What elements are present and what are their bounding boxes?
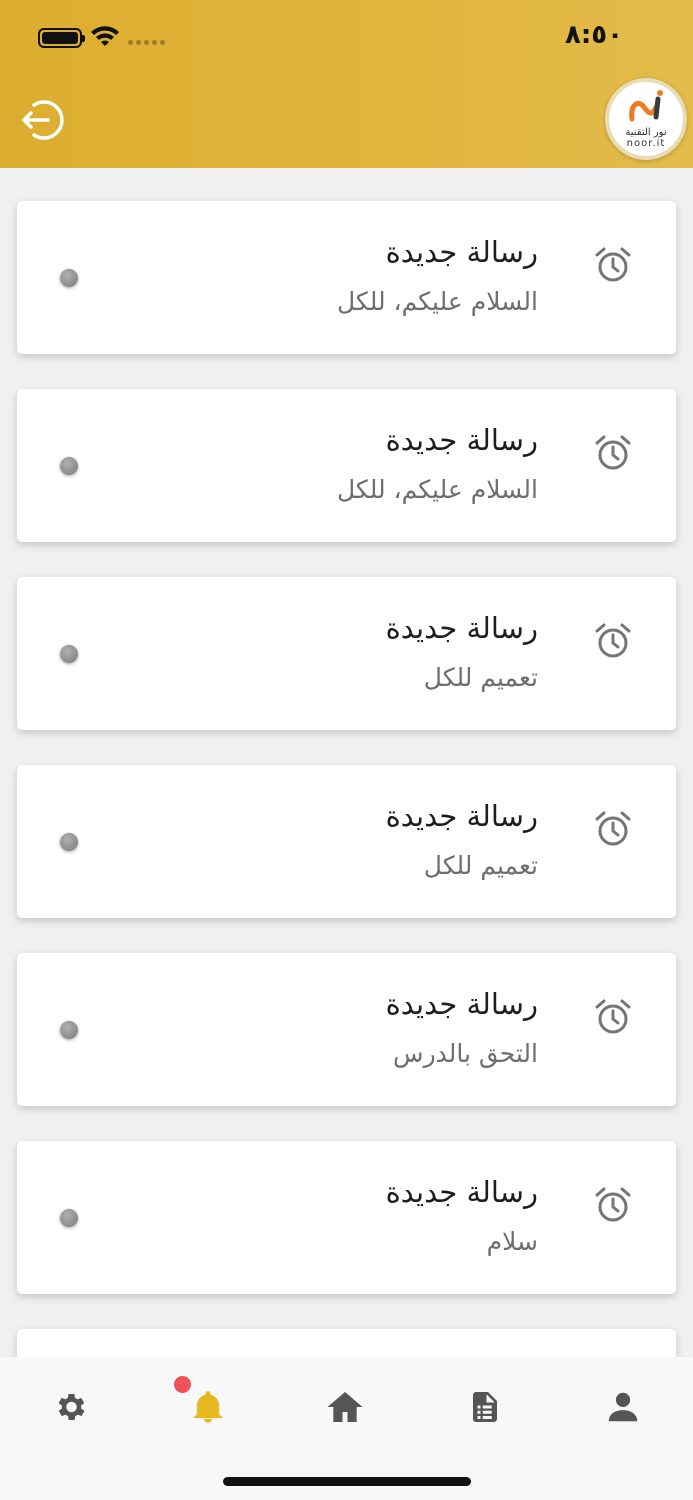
bell-icon	[193, 1391, 223, 1423]
status-time: ٨:٥٠	[564, 20, 623, 50]
unread-dot-icon	[60, 833, 78, 851]
unread-dot-icon	[60, 1021, 78, 1039]
alarm-clock-icon	[595, 1187, 631, 1222]
tab-home[interactable]	[325, 1387, 365, 1427]
app-header: ٨:٥٠ نور التقنية noor.it	[0, 0, 693, 168]
notification-title: رسالة جديدة	[385, 235, 538, 269]
notification-card[interactable]: رسالة جديدة التحق بالدرس	[17, 953, 676, 1106]
battery-icon	[38, 28, 85, 48]
notification-title: رسالة جديدة	[385, 987, 538, 1021]
notification-title: رسالة جديدة	[385, 611, 538, 645]
unread-dot-icon	[60, 645, 78, 663]
notification-list: رسالة جديدة السلام عليكم، للكل رسالة جدي…	[17, 201, 676, 1500]
alarm-clock-icon	[595, 623, 631, 658]
alarm-clock-icon	[595, 999, 631, 1034]
notification-title: رسالة جديدة	[385, 799, 538, 833]
alarm-clock-icon	[595, 435, 631, 470]
logout-icon[interactable]	[18, 97, 66, 143]
alarm-clock-icon	[595, 247, 631, 282]
tab-reports[interactable]	[465, 1387, 505, 1427]
notification-card[interactable]: رسالة جديدة تعميم للكل	[17, 577, 676, 730]
unread-dot-icon	[60, 457, 78, 475]
signal-icon	[128, 40, 165, 45]
bottom-tab-bar	[0, 1357, 693, 1500]
notification-title: رسالة جديدة	[385, 1175, 538, 1209]
tab-settings[interactable]	[50, 1387, 90, 1427]
tab-profile[interactable]	[603, 1387, 643, 1427]
person-icon	[608, 1392, 638, 1422]
notification-body: السلام عليكم، للكل	[336, 475, 538, 504]
notification-body: التحق بالدرس	[393, 1039, 538, 1068]
home-icon	[327, 1392, 363, 1422]
alarm-clock-icon	[595, 811, 631, 846]
unread-dot-icon	[60, 1209, 78, 1227]
home-indicator[interactable]	[223, 1477, 471, 1486]
logo-name-ar: نور التقنية	[625, 127, 667, 138]
wifi-icon	[91, 26, 119, 46]
notification-card[interactable]: رسالة جديدة سلام	[17, 1141, 676, 1294]
notification-body: السلام عليكم، للكل	[336, 287, 538, 316]
document-list-icon	[473, 1392, 497, 1422]
notification-body: سلام	[486, 1227, 538, 1256]
noor-logo: نور التقنية noor.it	[605, 78, 687, 160]
tab-notifications[interactable]	[188, 1387, 228, 1427]
noor-logo-mark-icon	[629, 90, 663, 122]
logo-name-en: noor.it	[626, 138, 666, 149]
notification-body: تعميم للكل	[423, 663, 538, 692]
notification-card[interactable]: رسالة جديدة تعميم للكل	[17, 765, 676, 918]
gear-icon	[58, 1393, 85, 1421]
unread-dot-icon	[60, 269, 78, 287]
notification-body: تعميم للكل	[423, 851, 538, 880]
notification-card[interactable]: رسالة جديدة السلام عليكم، للكل	[17, 201, 676, 354]
notification-title: رسالة جديدة	[385, 423, 538, 457]
notification-card[interactable]: رسالة جديدة السلام عليكم، للكل	[17, 389, 676, 542]
